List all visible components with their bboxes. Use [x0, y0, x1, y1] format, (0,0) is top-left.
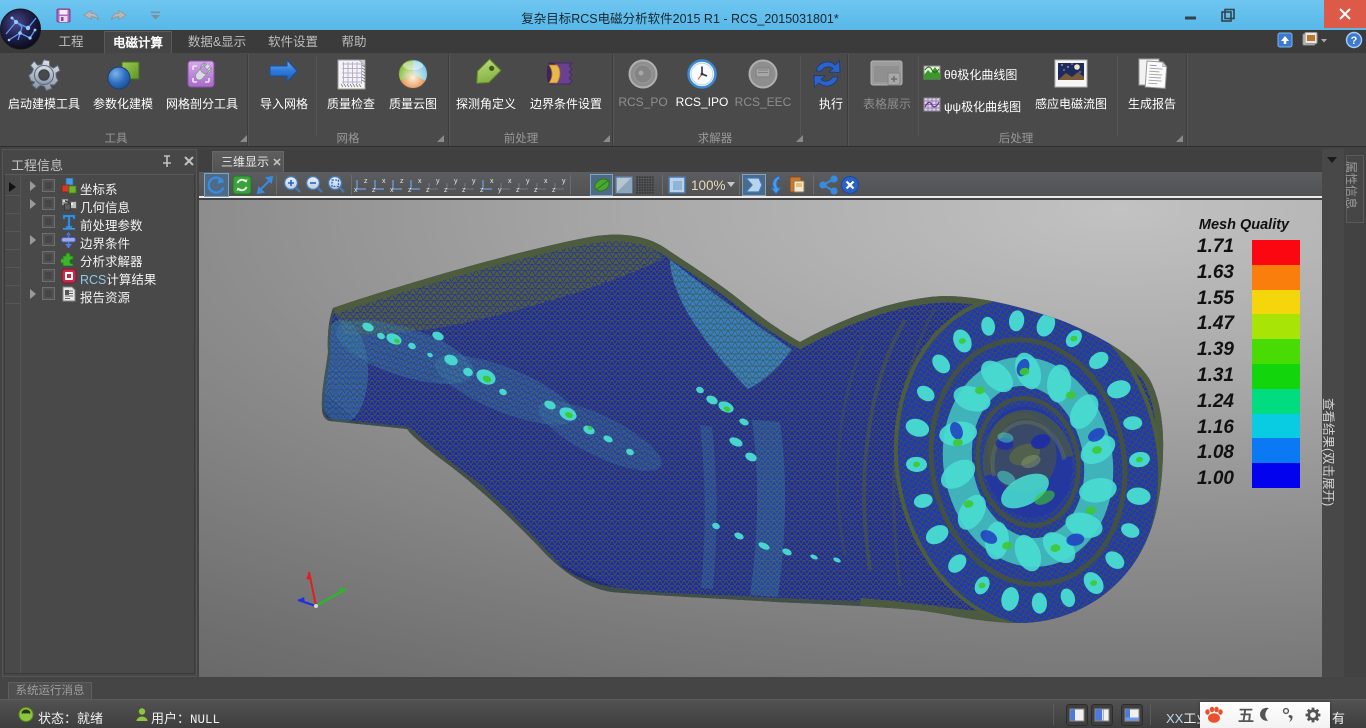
- svg-text:x: x: [544, 178, 548, 185]
- svg-text:?: ?: [1351, 35, 1358, 47]
- svg-text:y: y: [562, 178, 566, 185]
- svg-text:x: x: [418, 178, 422, 185]
- svg-text:x: x: [382, 178, 386, 185]
- svg-text:z: z: [480, 187, 484, 194]
- svg-text:z: z: [400, 178, 404, 185]
- svg-text:y: y: [526, 178, 530, 185]
- svg-text:x: x: [354, 187, 358, 194]
- svg-text:z: z: [552, 187, 556, 194]
- svg-text:五: 五: [1238, 708, 1254, 725]
- svg-text:z: z: [444, 187, 448, 194]
- svg-text:y: y: [454, 178, 458, 185]
- svg-text:y: y: [436, 178, 440, 185]
- svg-text:z: z: [462, 187, 466, 194]
- svg-text:y: y: [472, 178, 476, 185]
- svg-text:x: x: [490, 178, 494, 185]
- svg-text:100%: 100%: [691, 178, 726, 193]
- svg-text:z: z: [364, 178, 368, 185]
- svg-text:z: z: [426, 187, 430, 194]
- svg-text:z: z: [372, 187, 376, 194]
- svg-text:x: x: [508, 178, 512, 185]
- svg-text:z: z: [534, 187, 538, 194]
- svg-text:y: y: [498, 187, 502, 194]
- svg-text:x: x: [390, 187, 394, 194]
- svg-text:z: z: [516, 187, 520, 194]
- svg-text:z: z: [408, 187, 412, 194]
